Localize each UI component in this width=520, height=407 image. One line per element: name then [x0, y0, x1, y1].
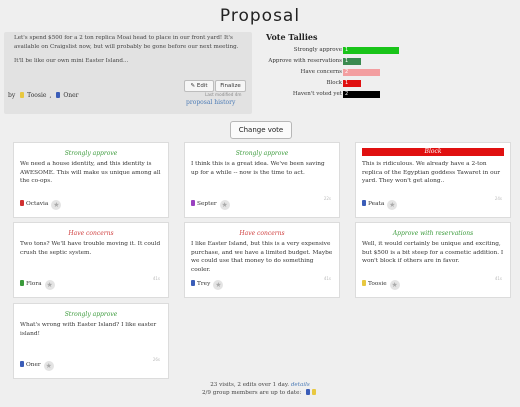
- vote-position: Strongly approve: [64, 311, 118, 318]
- vote-author[interactable]: Peata ★: [362, 200, 398, 210]
- person-icon: [191, 200, 195, 206]
- star-icon[interactable]: ★: [51, 200, 62, 210]
- star-icon[interactable]: ★: [44, 280, 55, 290]
- tally-count: 1: [345, 58, 349, 64]
- by-label: by: [8, 92, 16, 99]
- tally-count: 2: [345, 69, 349, 75]
- vote-author[interactable]: Octavia ★: [20, 200, 62, 210]
- vote-age: 26s: [152, 357, 160, 362]
- vote-position: Have concerns: [239, 230, 285, 237]
- vote-age: 22s: [323, 196, 331, 201]
- tally-bar: [343, 69, 380, 76]
- person-icon: [20, 92, 25, 98]
- vote-card: Have concerns Two tons? We'll have troubl…: [13, 222, 169, 298]
- person-icon: [20, 361, 24, 367]
- tally-count: 1: [345, 47, 349, 53]
- tally-bar: [343, 47, 399, 54]
- person-icon: [20, 200, 24, 206]
- vote-card: Strongly approve We need a house identity…: [13, 142, 169, 218]
- person-icon: [56, 92, 61, 98]
- author-name: Trey: [197, 281, 211, 287]
- vote-age: 24s: [494, 196, 502, 201]
- proposal-history-link[interactable]: proposal history: [186, 99, 235, 106]
- proposal-paragraph-1: Let's spend $500 for a 2 ton replica Moa…: [14, 35, 239, 50]
- person-icon: [312, 389, 317, 395]
- person-icon: [362, 280, 366, 286]
- proposal-text: Let's spend $500 for a 2 ton replica Moa…: [14, 34, 244, 72]
- person-icon: [191, 280, 195, 286]
- vote-age: 41s: [494, 276, 502, 281]
- vote-position: Strongly approve: [235, 150, 289, 157]
- vote-age: 41s: [152, 276, 160, 281]
- star-icon[interactable]: ★: [43, 361, 54, 371]
- vote-author[interactable]: Oner ★: [20, 361, 54, 371]
- vote-author[interactable]: Septer ★: [191, 200, 230, 210]
- star-icon[interactable]: ★: [387, 200, 398, 210]
- author-oner[interactable]: Oner: [56, 92, 81, 99]
- edit-icon: ✎: [190, 83, 196, 89]
- vote-card: Have concerns I like Easter Island, but t…: [184, 222, 340, 298]
- edit-button[interactable]: ✎ Edit: [184, 80, 214, 92]
- up-to-date-stats: 2/9 group members are up to date:: [201, 390, 302, 396]
- author-name: Toosie: [368, 281, 387, 287]
- person-icon: [306, 389, 311, 395]
- vote-comment: I like Easter Island, but this is a very…: [191, 241, 333, 273]
- vote-card: Approve with reservations Well, it would …: [355, 222, 511, 298]
- author-name: Oner: [26, 362, 41, 368]
- author-name: Octavia: [26, 201, 49, 207]
- person-icon: [362, 200, 366, 206]
- vote-card: Strongly approve I think this is a great …: [184, 142, 340, 218]
- star-icon[interactable]: ★: [219, 200, 230, 210]
- tally-label: Haven't voted yet: [292, 91, 342, 97]
- tally-label: Block: [326, 80, 342, 86]
- page-title: Proposal: [219, 6, 301, 26]
- star-icon[interactable]: ★: [213, 280, 224, 290]
- vote-comment: Two tons? We'll have trouble moving it. …: [20, 241, 161, 256]
- vote-tallies-title: Vote Tallies: [266, 32, 318, 42]
- tally-label: Strongly approve: [293, 47, 342, 53]
- tally-label: Approve with reservations: [268, 58, 342, 64]
- author-name: Septer: [197, 201, 217, 207]
- vote-comment: We need a house identity, and this ident…: [20, 161, 161, 185]
- footer: 23 visits, 2 edits over 1 day. details 2…: [0, 381, 520, 397]
- vote-comment: Well, it would certainly be unique and e…: [362, 241, 504, 265]
- tally-count: 2: [345, 91, 349, 97]
- visit-stats: 23 visits, 2 edits over 1 day.: [210, 382, 290, 388]
- vote-comment: I think this is a great idea. We've been…: [191, 161, 325, 176]
- change-vote-button[interactable]: Change vote: [230, 121, 292, 139]
- vote-comment: This is ridiculous. We already have a 2-…: [362, 161, 501, 185]
- author-name: Oner: [63, 92, 79, 99]
- vote-age: 41s: [323, 276, 331, 281]
- details-link[interactable]: details: [291, 382, 310, 388]
- vote-position: Strongly approve: [64, 150, 118, 157]
- vote-author[interactable]: Trey ★: [191, 280, 224, 290]
- star-icon[interactable]: ★: [389, 280, 400, 290]
- author-name: Flora: [26, 281, 42, 287]
- tally-bar: [343, 91, 380, 98]
- vote-card: Strongly approve What's wrong with Easter…: [13, 303, 169, 379]
- vote-card: Block This is ridiculous. We already have…: [355, 142, 511, 218]
- person-icon: [20, 280, 24, 286]
- tally-count: 1: [345, 80, 349, 86]
- author-name: Peata: [368, 201, 385, 207]
- vote-comment: What's wrong with Easter Island? I like …: [20, 322, 157, 337]
- author-toosie[interactable]: Toosie,: [20, 92, 51, 99]
- proposal-paragraph-2: It'll be like our own mini Easter Island…: [14, 58, 129, 65]
- vote-author[interactable]: Flora ★: [20, 280, 55, 290]
- edit-label: Edit: [196, 83, 208, 89]
- vote-position: Block: [362, 148, 504, 156]
- vote-position: Have concerns: [68, 230, 114, 237]
- vote-position: Approve with reservations: [392, 230, 474, 237]
- vote-author[interactable]: Toosie ★: [362, 280, 400, 290]
- author-name: Toosie: [27, 92, 47, 99]
- proposal-authors: by Toosie, Oner: [8, 92, 85, 99]
- tally-label: Have concerns: [300, 69, 342, 75]
